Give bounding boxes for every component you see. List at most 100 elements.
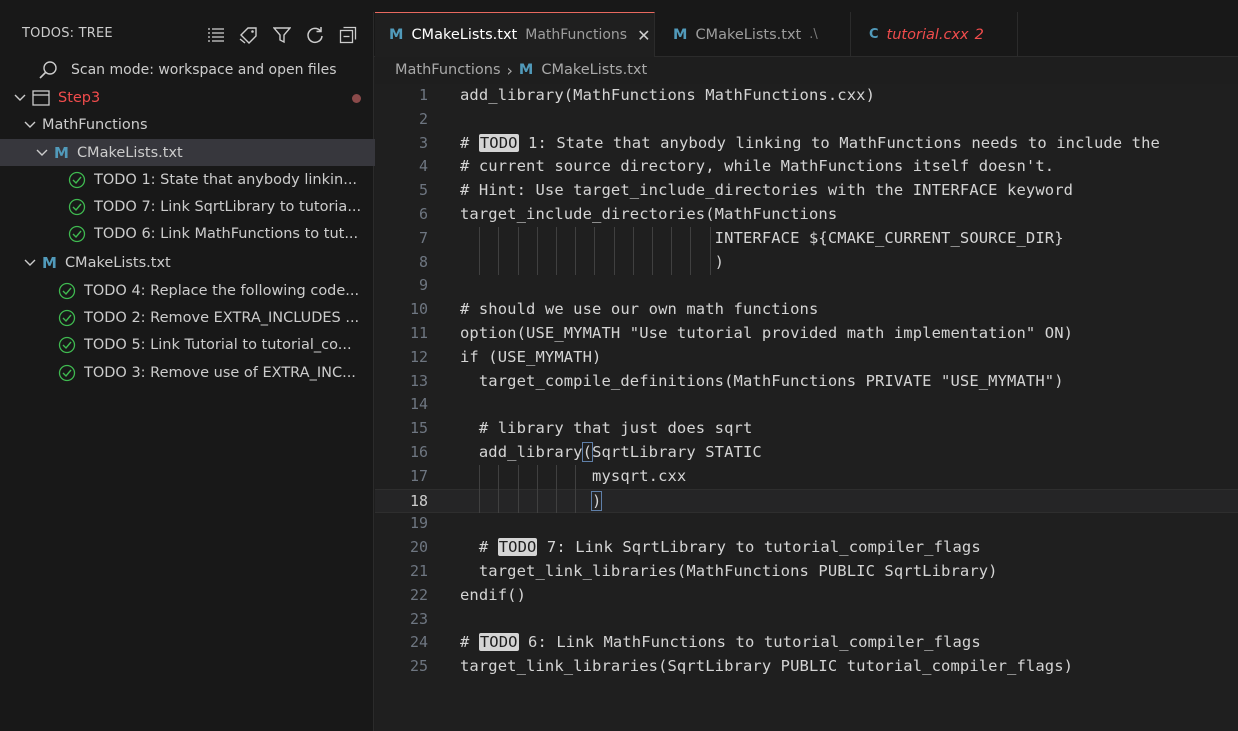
code-text: # should we use our own math functions	[460, 300, 819, 318]
todo-item[interactable]: TODO 2: Remove EXTRA_INCLUDES ...	[0, 304, 431, 331]
code-line[interactable]: 11 option(USE_MYMATH "Use tutorial provid…	[375, 322, 1238, 346]
code-line[interactable]: 13 target_compile_definitions(MathFuncti…	[375, 370, 1238, 394]
tree-item-workspace[interactable]: Step3	[0, 84, 385, 111]
code-line[interactable]: 21 target_link_libraries(MathFunctions P…	[375, 560, 1238, 584]
indent-guide	[479, 465, 481, 489]
collapse-all-icon[interactable]	[337, 24, 358, 45]
tree-item-file1[interactable]: M CMakeLists.txt	[0, 139, 407, 166]
indent-guide	[671, 227, 673, 251]
code-line[interactable]: 5 # Hint: Use target_include_directories …	[375, 179, 1238, 203]
code-text: # TODO 7: Link SqrtLibrary to tutorial_c…	[460, 538, 981, 556]
tree-item-folder[interactable]: MathFunctions	[0, 111, 395, 138]
code-line[interactable]: 10 # should we use our own math functions	[375, 298, 1238, 322]
indent-guide	[632, 251, 634, 275]
code-line[interactable]: 14	[375, 393, 1238, 417]
code-line[interactable]: 24 # TODO 6: Link MathFunctions to tutori…	[375, 631, 1238, 655]
filter-icon[interactable]	[271, 24, 292, 45]
bracket-match-highlight: (	[581, 442, 594, 462]
tag-icon[interactable]	[238, 24, 259, 45]
indent-guide	[575, 227, 577, 251]
workspace-label: Step3	[58, 89, 101, 106]
breadcrumb-folder[interactable]: MathFunctions	[395, 62, 501, 78]
code-line[interactable]: 4 # current source directory, while MathF…	[375, 155, 1238, 179]
code-text: add_library(MathFunctions MathFunctions.…	[460, 86, 875, 104]
scan-mode-item[interactable]: Scan mode: workspace and open files	[0, 56, 411, 83]
todo-item[interactable]: TODO 3: Remove use of EXTRA_INC...	[0, 359, 431, 386]
indent-guide	[479, 251, 481, 275]
indent-guide	[632, 227, 634, 251]
todo-item[interactable]: TODO 4: Replace the following code...	[0, 277, 431, 304]
code-text: # current source directory, while MathFu…	[460, 157, 1055, 175]
check-circle-icon	[58, 282, 76, 300]
code-editor[interactable]: 1 add_library(MathFunctions MathFunctions…	[375, 84, 1238, 731]
code-text: mysqrt.cxx	[460, 467, 687, 485]
code-line[interactable]: 17 mysqrt.cxx	[375, 465, 1238, 489]
file2-label: CMakeLists.txt	[64, 254, 171, 271]
code-line[interactable]: 12 if (USE_MYMATH)	[375, 346, 1238, 370]
sidebar-title: TODOS: TREE	[22, 26, 113, 41]
code-text: # TODO 6: Link MathFunctions to tutorial…	[460, 633, 981, 651]
indent-guide	[479, 489, 481, 513]
cmake-file-icon: M	[42, 253, 57, 272]
bracket-match-highlight: )	[590, 491, 603, 511]
cmake-file-icon: M	[518, 62, 534, 78]
code-line[interactable]: 19	[375, 512, 1238, 536]
code-line[interactable]: 2	[375, 108, 1238, 132]
todo-label: TODO 3: Remove use of EXTRA_INC...	[84, 364, 356, 381]
tab-tutorial-cxx[interactable]: C tutorial.cxx 2	[851, 12, 1018, 57]
cmake-file-icon: M	[389, 27, 404, 43]
todo-highlight: TODO	[497, 538, 538, 556]
tree-item-file2[interactable]: M CMakeLists.txt	[0, 249, 395, 276]
code-line[interactable]: 3 # TODO 1: State that anybody linking to…	[375, 132, 1238, 156]
code-line[interactable]: 15 # library that just does sqrt	[375, 417, 1238, 441]
indent-guide	[613, 251, 615, 275]
indent-guide	[594, 251, 596, 275]
code-text: endif()	[460, 586, 527, 604]
code-line[interactable]: 1 add_library(MathFunctions MathFunctions…	[375, 84, 1238, 108]
code-line[interactable]: 9	[375, 274, 1238, 298]
indent-guide	[709, 227, 711, 251]
file1-label: CMakeLists.txt	[76, 144, 183, 161]
close-icon[interactable]: ✕	[637, 26, 650, 45]
problem-count-badge: 2	[974, 26, 984, 43]
line-number: 11	[409, 324, 428, 342]
code-line[interactable]: 25 target_link_libraries(SqrtLibrary PUBL…	[375, 655, 1238, 679]
indent-guide	[594, 227, 596, 251]
line-number: 8	[418, 253, 428, 271]
code-text: INTERFACE ${CMAKE_CURRENT_SOURCE_DIR}	[460, 229, 1064, 247]
code-line[interactable]: 22 endif()	[375, 584, 1238, 608]
check-circle-icon	[68, 198, 86, 216]
todo-item[interactable]: TODO 5: Link Tutorial to tutorial_co...	[0, 331, 431, 358]
todo-label: TODO 4: Replace the following code...	[84, 282, 360, 299]
code-line[interactable]: 20 # TODO 7: Link SqrtLibrary to tutoria…	[375, 536, 1238, 560]
todo-tree-sidebar: TODOS: TREE Scan mode: workspace and ope…	[0, 12, 407, 731]
line-number: 5	[418, 181, 428, 199]
line-number: 7	[418, 229, 428, 247]
tab-label: tutorial.cxx	[886, 26, 969, 43]
breadcrumb-file[interactable]: CMakeLists.txt	[541, 62, 647, 78]
line-number: 19	[409, 514, 428, 532]
folder-label: MathFunctions	[42, 116, 148, 133]
code-line[interactable]: 7 INTERFACE ${CMAKE_CURRENT_SOURCE_DIR}	[375, 227, 1238, 251]
code-line[interactable]: 23	[375, 608, 1238, 632]
code-line[interactable]: 6 target_include_directories(MathFunction…	[375, 203, 1238, 227]
refresh-icon[interactable]	[304, 24, 325, 45]
code-line[interactable]: 16 add_library(SqrtLibrary STATIC	[375, 441, 1238, 465]
indent-guide	[498, 227, 500, 251]
code-line[interactable]: 8 )	[375, 251, 1238, 275]
tab-cmakelists-mathfunctions[interactable]: M CMakeLists.txt MathFunctions ✕	[375, 12, 655, 57]
tab-cmakelists-root[interactable]: M CMakeLists.txt .\	[655, 12, 851, 57]
todo-label: TODO 1: State that anybody linkin...	[94, 171, 358, 188]
line-number: 15	[409, 419, 428, 437]
line-number: 17	[409, 467, 428, 485]
indent-guide	[575, 251, 577, 275]
code-text: target_link_libraries(SqrtLibrary PUBLIC…	[460, 657, 1074, 675]
chevron-down-icon	[12, 90, 28, 106]
indent-guide	[517, 489, 519, 513]
indent-guide	[671, 251, 673, 275]
indent-guide	[690, 251, 692, 275]
code-line[interactable]: 18 )	[375, 489, 1238, 513]
code-text: if (USE_MYMATH)	[460, 348, 602, 366]
indent-guide	[536, 227, 538, 251]
list-icon[interactable]	[205, 24, 226, 45]
